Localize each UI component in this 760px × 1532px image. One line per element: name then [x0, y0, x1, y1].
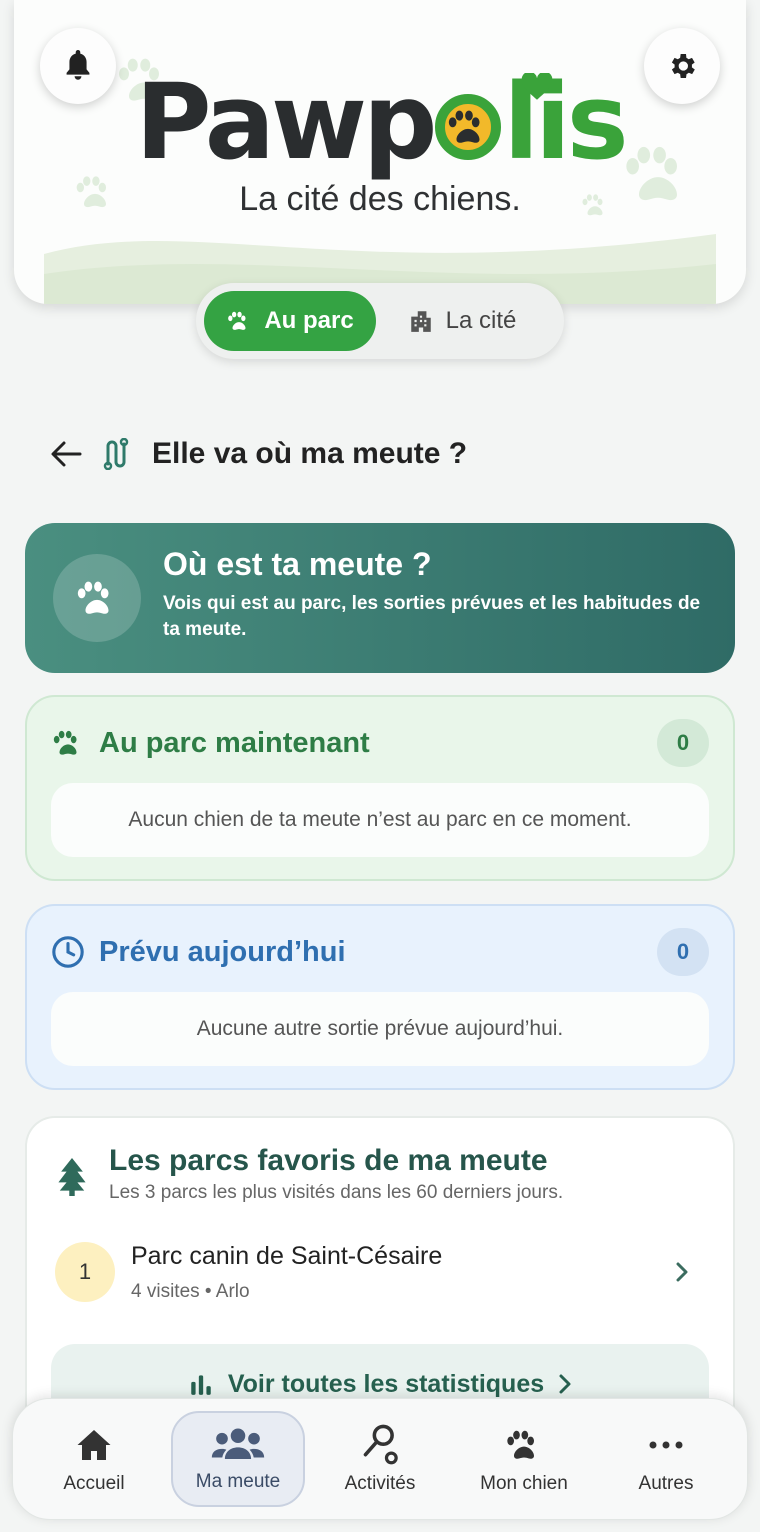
nav-label-activites: Activités — [344, 1473, 416, 1494]
bell-icon — [66, 50, 90, 80]
tagline: La cité des chiens. — [239, 180, 521, 218]
heart-icon — [521, 73, 553, 100]
back-arrow-icon[interactable] — [50, 440, 82, 468]
tab-la-cite-label: La cité — [445, 307, 517, 334]
clock-icon — [52, 936, 84, 968]
hero-banner: Où est ta meute ? Vois qui est au parc, … — [25, 523, 735, 673]
logo-text-start: Pawp — [135, 61, 437, 183]
tab-au-parc-label: Au parc — [264, 307, 354, 334]
favorite-parks-card: Les parcs favoris de ma meute Les 3 parc… — [25, 1116, 735, 1436]
park-now-empty-message: Aucun chien de ta meute n’est au parc en… — [51, 783, 709, 857]
page-title: Elle va où ma meute ? — [152, 437, 468, 470]
park-now-count-badge: 0 — [657, 719, 709, 767]
route-icon — [103, 438, 129, 470]
view-all-stats-label: Voir toutes les statistiques — [227, 1369, 545, 1398]
park-name: Parc canin de Saint-Césaire — [131, 1241, 443, 1270]
city-icon — [410, 311, 431, 332]
nav-item-mon-chien[interactable]: Mon chien — [457, 1411, 591, 1507]
notifications-button[interactable] — [40, 28, 116, 104]
planned-today-title: Prévu aujourd’hui — [99, 935, 346, 968]
paw-icon — [228, 311, 246, 330]
nav-item-accueil[interactable]: Accueil — [27, 1411, 161, 1507]
nav-item-ma-meute[interactable]: Ma meute — [171, 1411, 305, 1507]
chevron-right-icon — [676, 1262, 688, 1282]
hero-title: Où est ta meute ? — [163, 545, 432, 582]
pawpolis-logo: Pawp lis — [14, 70, 746, 174]
route-icon — [363, 1424, 398, 1465]
mode-toggle: Au parc La cité — [196, 283, 564, 359]
planned-today-count-badge: 0 — [657, 928, 709, 976]
settings-button[interactable] — [644, 28, 720, 104]
logo-paw-icon — [435, 94, 502, 160]
paw-icon — [77, 581, 109, 614]
park-rank-badge: 1 — [55, 1242, 115, 1302]
page-header: Elle va où ma meute ? — [50, 432, 467, 476]
park-now-card: Au parc maintenant 0 Aucun chien de ta m… — [25, 695, 735, 881]
planned-today-empty-message: Aucune autre sortie prévue aujourd’hui. — [51, 992, 709, 1066]
park-now-title: Au parc maintenant — [99, 726, 370, 759]
bottom-navigation: Accueil Ma meute Activités Mon chien Aut… — [12, 1398, 748, 1520]
app-header: Pawp lis La cité des chiens. — [14, 0, 746, 304]
paw-icon — [53, 730, 77, 755]
bar-chart-icon — [191, 1375, 211, 1395]
chevron-right-icon — [559, 1374, 571, 1394]
paw-icon — [507, 1430, 534, 1459]
favorite-parks-title: Les parcs favoris de ma meute — [109, 1144, 548, 1177]
nav-label-autres: Autres — [638, 1473, 694, 1494]
nav-item-activites[interactable]: Activités — [313, 1411, 447, 1507]
group-icon — [211, 1428, 265, 1459]
nav-label-ma-meute: Ma meute — [195, 1471, 281, 1492]
nav-label-mon-chien: Mon chien — [480, 1473, 568, 1494]
park-visits-meta: 4 visites • Arlo — [131, 1280, 250, 1302]
planned-today-card: Prévu aujourd’hui 0 Aucune autre sortie … — [25, 904, 735, 1090]
nav-label-accueil: Accueil — [63, 1473, 125, 1494]
more-icon — [649, 1441, 683, 1449]
gear-icon — [671, 54, 695, 78]
home-icon — [77, 1430, 111, 1460]
hero-subtitle: Vois qui est au parc, les sorties prévue… — [163, 592, 701, 640]
tab-au-parc[interactable]: Au parc — [204, 291, 376, 351]
tab-la-cite[interactable]: La cité — [376, 291, 548, 351]
park-list-item[interactable]: 1 Parc canin de Saint-Césaire 4 visites … — [55, 1242, 705, 1302]
nav-item-autres[interactable]: Autres — [599, 1411, 733, 1507]
favorite-parks-subtitle: Les 3 parcs les plus visités dans les 60… — [109, 1182, 564, 1203]
hero-paw-badge — [53, 554, 141, 642]
tree-icon — [58, 1158, 86, 1196]
